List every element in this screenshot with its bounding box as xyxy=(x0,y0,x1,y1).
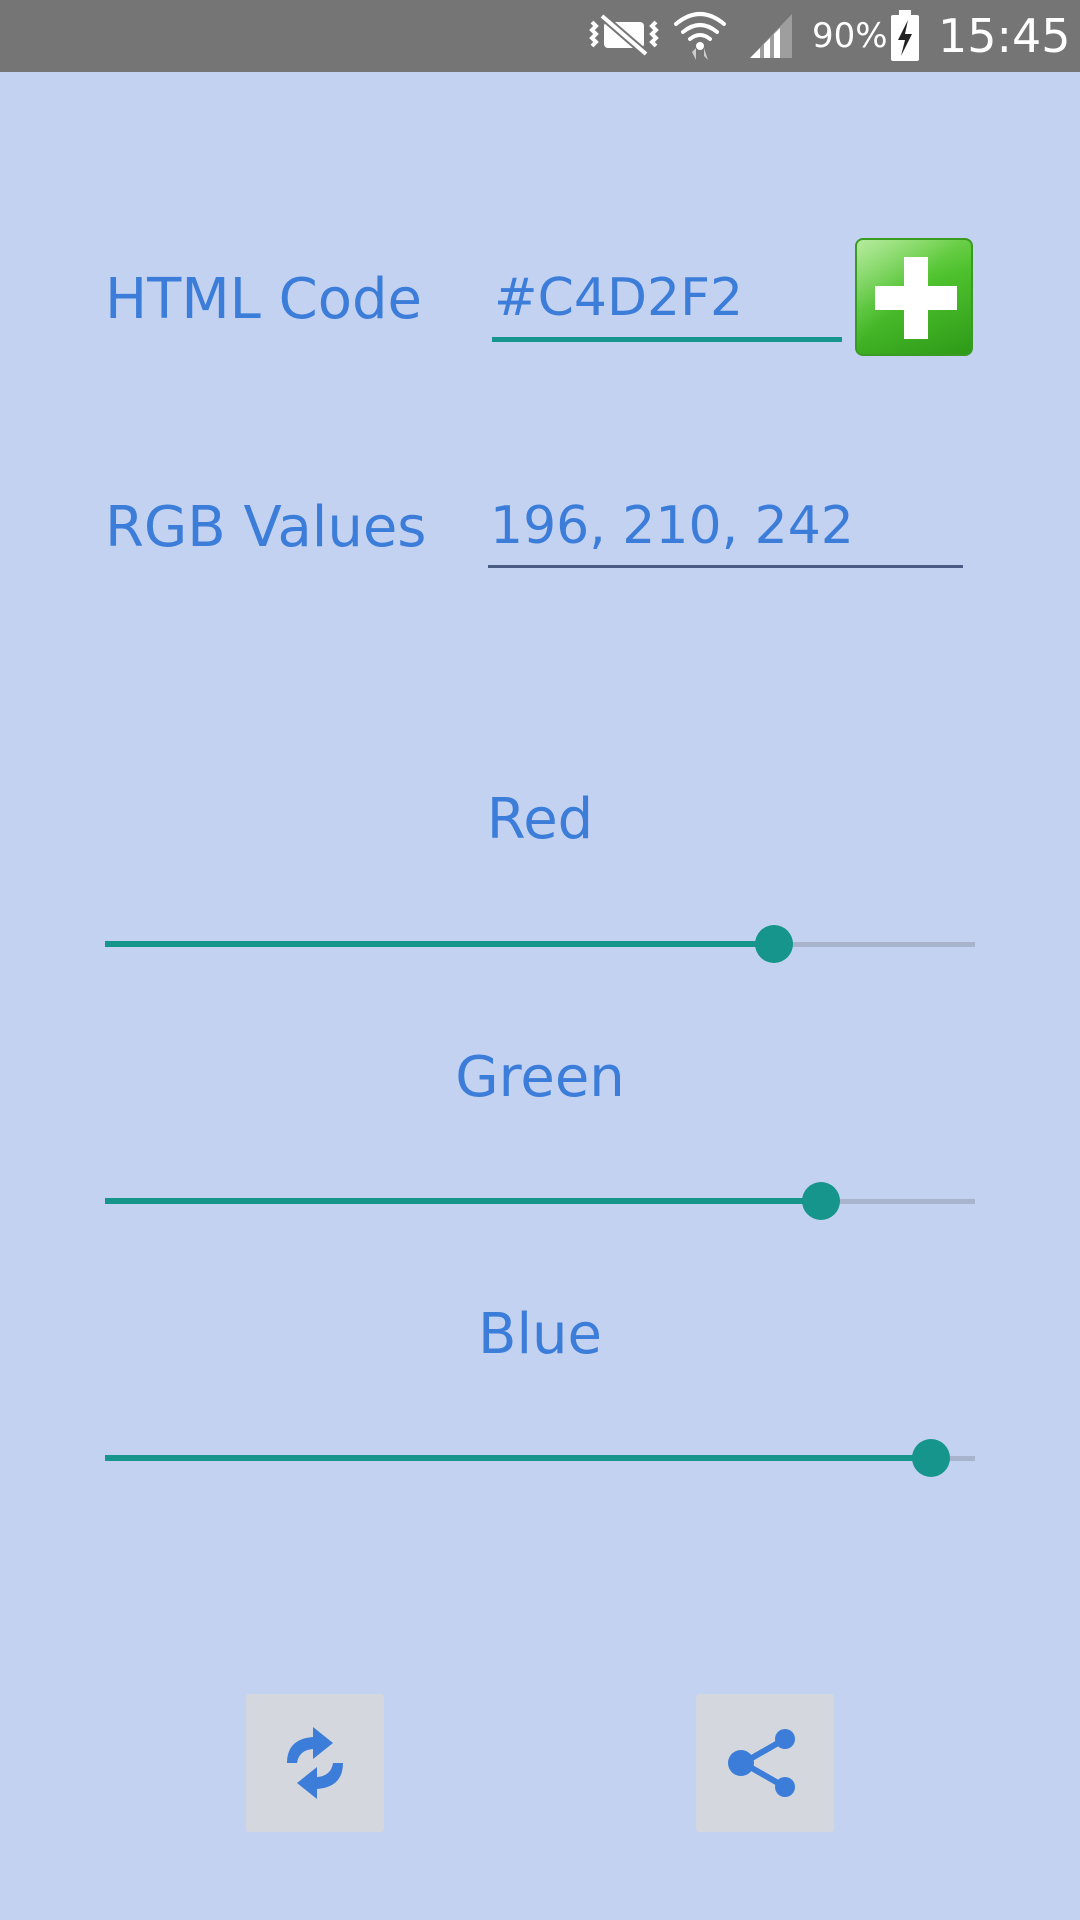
share-button[interactable] xyxy=(696,1694,834,1832)
refresh-button[interactable] xyxy=(246,1694,384,1832)
html-code-label: HTML Code xyxy=(105,267,422,332)
html-code-input[interactable]: #C4D2F2 xyxy=(492,272,842,342)
slider-thumb[interactable] xyxy=(912,1439,950,1477)
slider-fill xyxy=(105,941,774,947)
battery-percent: 90% xyxy=(812,16,888,56)
slider-fill xyxy=(105,1455,931,1461)
red-slider[interactable] xyxy=(105,924,975,964)
rgb-values-label: RGB Values xyxy=(105,495,427,560)
slider-fill xyxy=(105,1198,821,1204)
status-bar: 90% 15:45 xyxy=(0,0,1080,72)
blue-slider[interactable] xyxy=(105,1438,975,1478)
red-slider-label: Red xyxy=(486,787,594,852)
add-color-button[interactable] xyxy=(855,238,973,356)
battery-charging-icon xyxy=(891,10,919,61)
signal-icon xyxy=(750,14,792,58)
status-time: 15:45 xyxy=(938,9,1071,63)
slider-thumb[interactable] xyxy=(755,925,793,963)
mute-icon xyxy=(589,12,659,58)
rgb-values-input[interactable]: 196, 210, 242 xyxy=(488,500,963,568)
green-slider[interactable] xyxy=(105,1181,975,1221)
wifi-icon xyxy=(674,12,726,60)
blue-slider-label: Blue xyxy=(478,1302,602,1367)
share-icon xyxy=(728,1729,795,1797)
slider-thumb[interactable] xyxy=(802,1182,840,1220)
green-slider-label: Green xyxy=(455,1045,625,1110)
refresh-icon xyxy=(287,1727,343,1799)
